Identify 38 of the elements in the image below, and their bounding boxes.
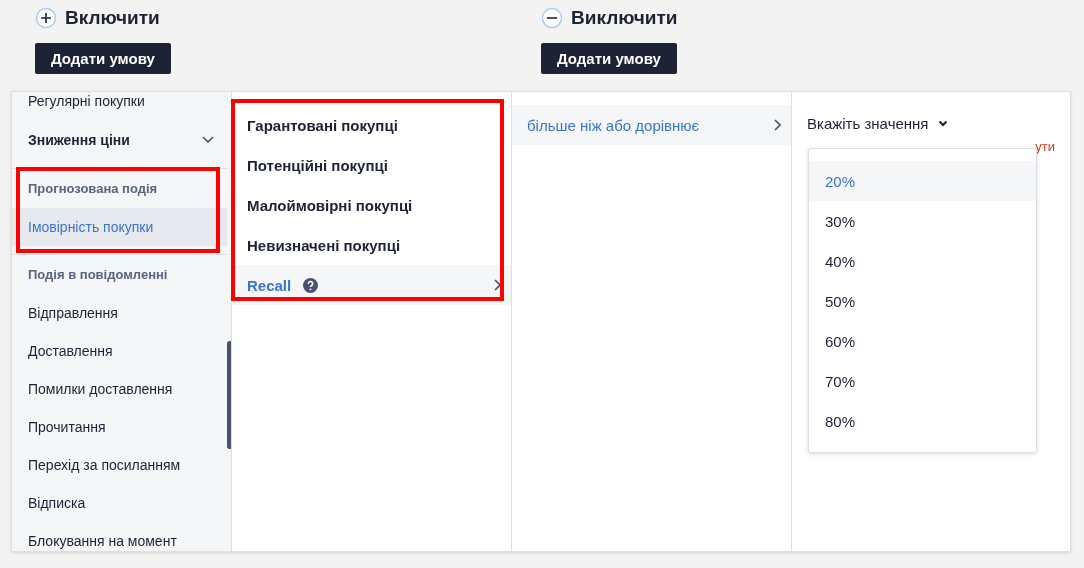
scrollbar[interactable] bbox=[227, 341, 231, 449]
chevron-icon bbox=[201, 135, 215, 145]
category-heading: Прогнозована подія bbox=[28, 181, 158, 196]
event-item[interactable]: Гарантовані покупці bbox=[232, 105, 511, 145]
category-item[interactable]: Перехід за посиланням bbox=[12, 446, 227, 484]
help-icon bbox=[303, 277, 319, 293]
add-condition-button[interactable]: Додати умову bbox=[35, 43, 171, 74]
value-option[interactable]: 30% bbox=[809, 201, 1036, 241]
section-title: Виключити bbox=[571, 7, 678, 29]
chevron-right-icon bbox=[773, 119, 781, 131]
event-item[interactable]: Невизначені покупці bbox=[232, 225, 511, 265]
value-option[interactable]: 80% bbox=[809, 401, 1036, 441]
category-item[interactable]: Блокування на момент bbox=[12, 522, 227, 551]
error-text: ути bbox=[1035, 139, 1055, 154]
caret-icon bbox=[938, 120, 949, 127]
minus-icon bbox=[541, 7, 563, 29]
category-item[interactable]: Помилки доставлення bbox=[12, 370, 227, 408]
category-expander[interactable]: Зниження ціни bbox=[12, 120, 227, 160]
category-item[interactable]: Доставлення bbox=[12, 332, 227, 370]
add-condition-button[interactable]: Додати умову bbox=[541, 43, 677, 74]
value-option[interactable]: 40% bbox=[809, 241, 1036, 281]
category-item[interactable]: Прочитання bbox=[12, 408, 227, 446]
operator-item[interactable]: більше ніж або дорівнює bbox=[512, 105, 791, 145]
category-heading: Подія в повідомленні bbox=[28, 267, 168, 282]
chevron-right-icon bbox=[493, 279, 501, 291]
plus-icon bbox=[35, 7, 57, 29]
event-item[interactable]: Малоймовірні покупці bbox=[232, 185, 511, 225]
value-select[interactable]: Вкажіть значення bbox=[807, 115, 949, 132]
category-item[interactable]: Відправлення bbox=[12, 294, 227, 332]
value-option[interactable]: 20% bbox=[809, 161, 1036, 201]
category-item[interactable]: Відписка bbox=[12, 484, 227, 522]
value-option[interactable]: 60% bbox=[809, 321, 1036, 361]
category-item[interactable]: Регулярні покупки bbox=[12, 92, 227, 120]
value-option[interactable]: 70% bbox=[809, 361, 1036, 401]
value-option[interactable]: 50% bbox=[809, 281, 1036, 321]
category-item[interactable]: Імовірність покупки bbox=[12, 208, 227, 246]
section-title: Включити bbox=[65, 7, 160, 29]
event-item[interactable]: Потенційні покупці bbox=[232, 145, 511, 185]
